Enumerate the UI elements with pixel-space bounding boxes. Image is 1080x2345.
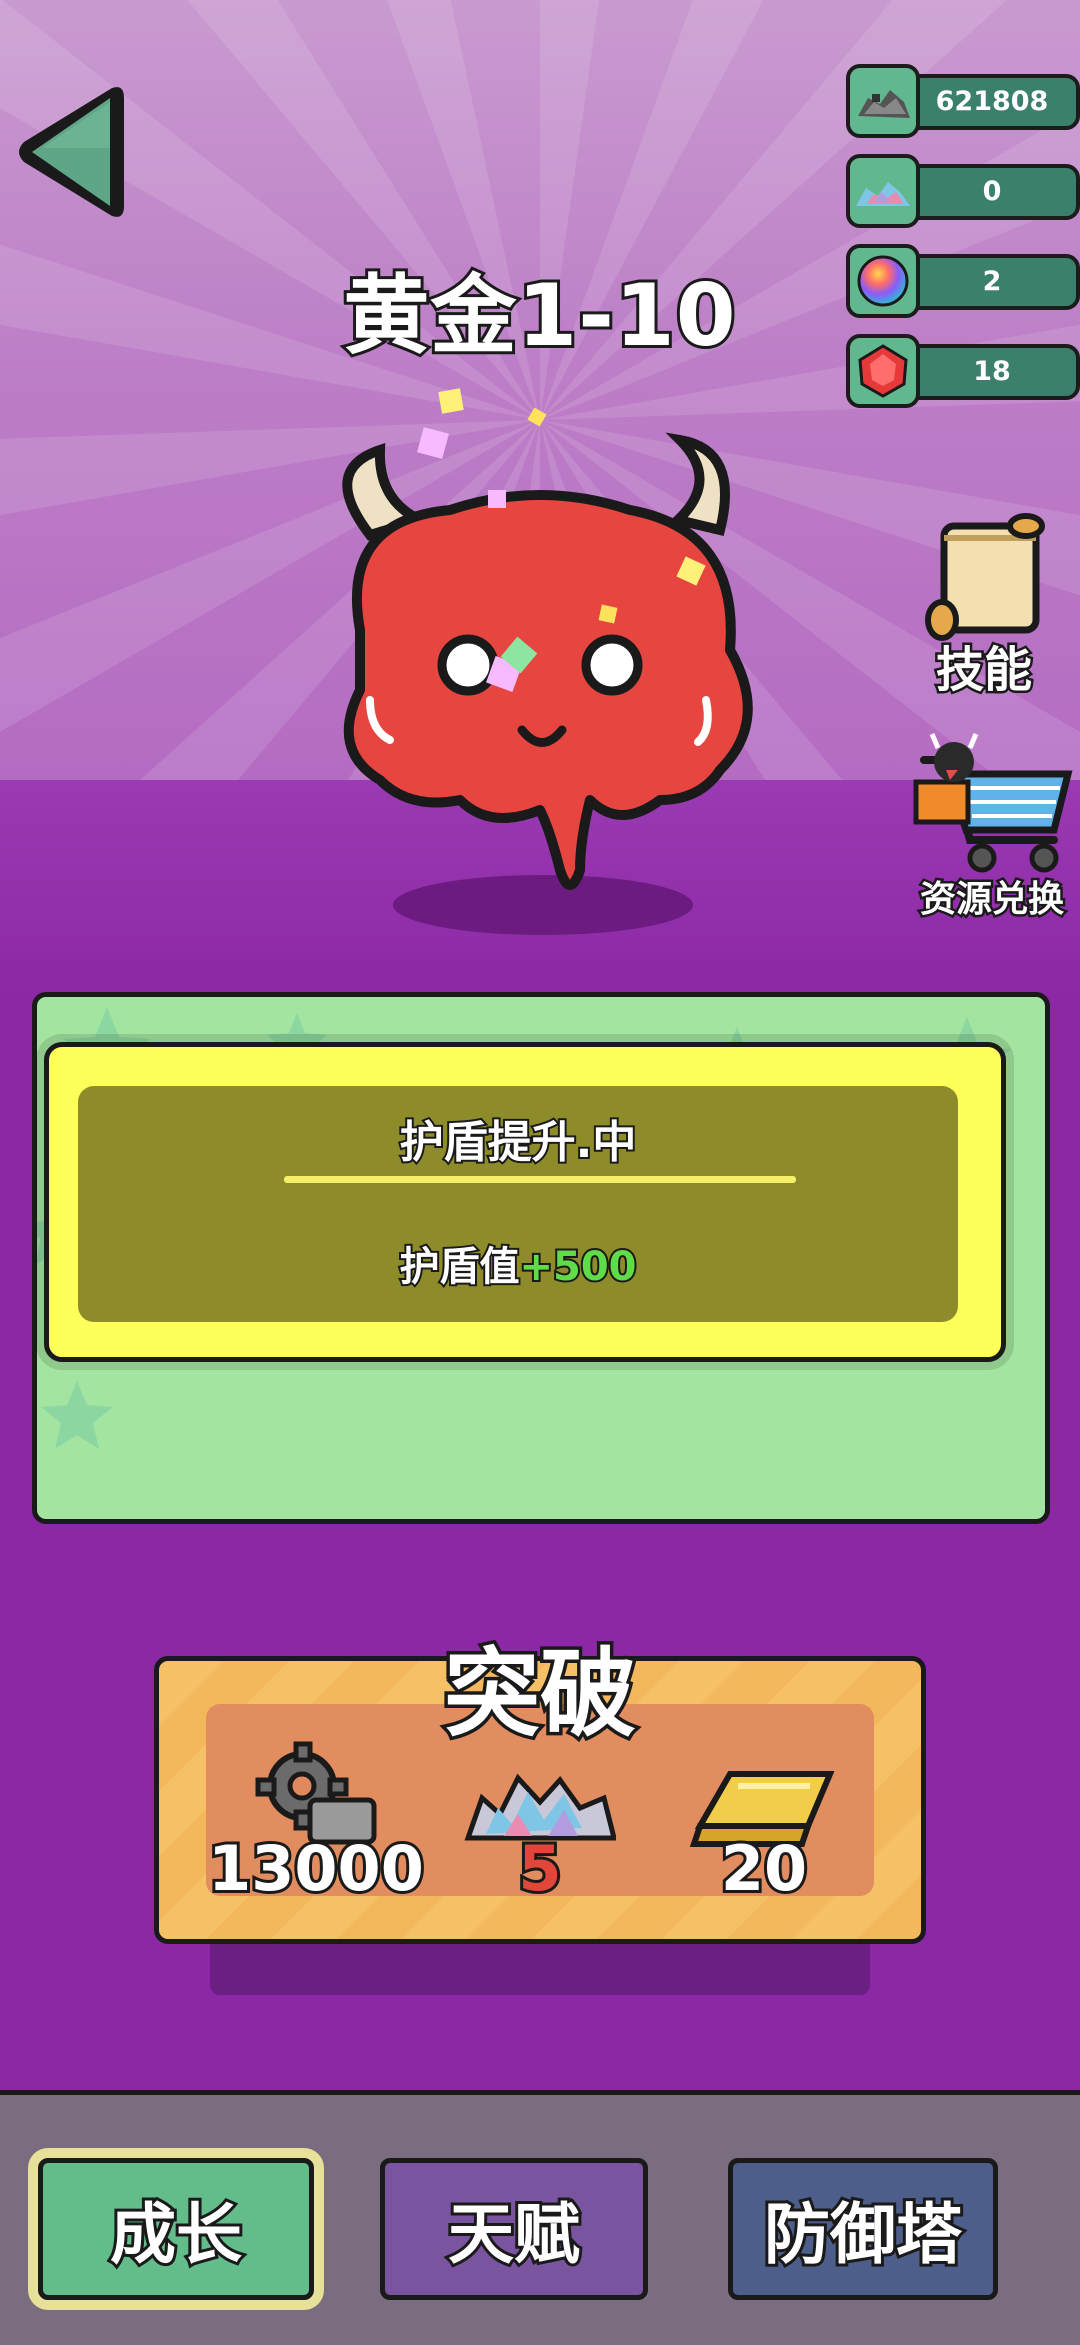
skills-label: 技能 (933, 640, 1034, 701)
tab-growth-label: 成长 (107, 2193, 245, 2276)
resource-scrap-value: 621808 (935, 86, 1049, 117)
tab-defense-tower-label: 防御塔 (761, 2193, 965, 2276)
tab-growth[interactable]: 成长 (38, 2158, 314, 2300)
skill-name: 护盾提升.中 (398, 1115, 639, 1170)
resource-exchange-label: 资源兑换 (917, 877, 1066, 923)
skill-desc-bonus: +500 (517, 1242, 638, 1292)
resource-crystal-value: 0 (982, 176, 1002, 207)
back-arrow-icon (19, 87, 124, 217)
cost-crystal-amount: 5 (515, 1829, 564, 1908)
stage-title: 黄金1-10 (340, 263, 738, 369)
resource-exchange-button[interactable]: 资源兑换 (904, 730, 1080, 923)
tab-defense-tower[interactable]: 防御塔 (728, 2158, 998, 2300)
resource-crystal: 0 (846, 154, 1080, 228)
cost-scrap-amount: 13000 (205, 1829, 427, 1908)
skill-divider (284, 1176, 796, 1183)
skill-description: 护盾值+500 (78, 1234, 958, 1292)
breakthrough-title: 突破 (441, 1635, 640, 1754)
cost-gold-amount: 20 (718, 1829, 810, 1908)
skill-desc-prefix: 护盾值 (397, 1242, 521, 1292)
tab-talent[interactable]: 天赋 (380, 2158, 648, 2300)
scroll-icon (925, 513, 1045, 641)
resource-scrap: 621808 (846, 64, 1080, 138)
back-button[interactable] (12, 78, 124, 226)
tab-talent-label: 天赋 (445, 2193, 583, 2276)
red-horned-monster (342, 388, 753, 935)
skills-button[interactable]: 技能 (914, 510, 1064, 701)
shopping-cart-icon (913, 733, 1073, 873)
